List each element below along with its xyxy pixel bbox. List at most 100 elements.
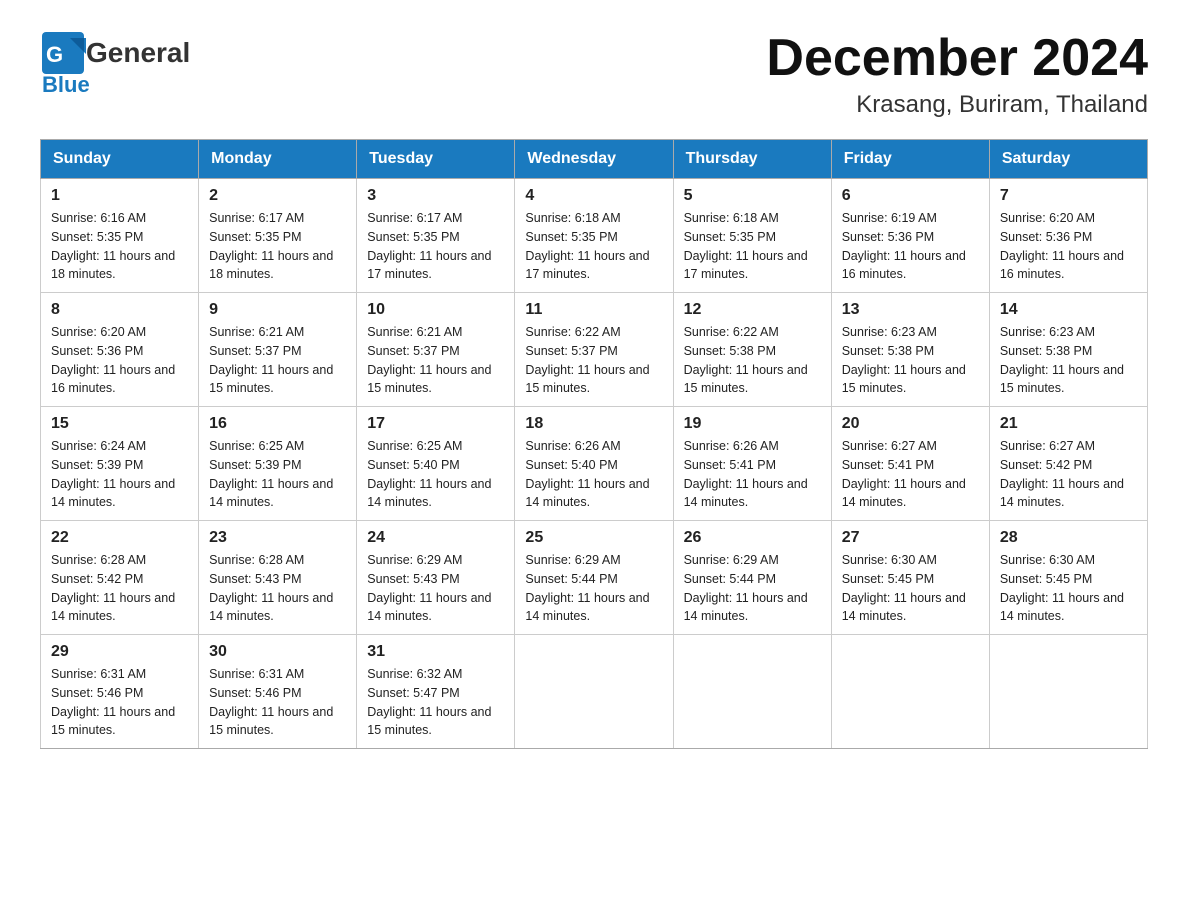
day-info: Sunrise: 6:26 AM Sunset: 5:41 PM Dayligh… [684, 437, 821, 512]
day-info: Sunrise: 6:23 AM Sunset: 5:38 PM Dayligh… [842, 323, 979, 398]
logo: G General Blue [40, 30, 190, 98]
svg-text:G: G [46, 42, 63, 67]
day-number: 21 [1000, 415, 1137, 433]
table-row: 31 Sunrise: 6:32 AM Sunset: 5:47 PM Dayl… [357, 635, 515, 749]
table-row: 8 Sunrise: 6:20 AM Sunset: 5:36 PM Dayli… [41, 293, 199, 407]
table-row: 17 Sunrise: 6:25 AM Sunset: 5:40 PM Dayl… [357, 407, 515, 521]
day-number: 1 [51, 187, 188, 205]
day-info: Sunrise: 6:27 AM Sunset: 5:42 PM Dayligh… [1000, 437, 1137, 512]
day-number: 5 [684, 187, 821, 205]
day-info: Sunrise: 6:29 AM Sunset: 5:44 PM Dayligh… [684, 551, 821, 626]
calendar-header-row: Sunday Monday Tuesday Wednesday Thursday… [41, 140, 1148, 179]
day-number: 6 [842, 187, 979, 205]
logo-general-text: General [86, 39, 190, 67]
calendar-week-row: 8 Sunrise: 6:20 AM Sunset: 5:36 PM Dayli… [41, 293, 1148, 407]
day-info: Sunrise: 6:29 AM Sunset: 5:43 PM Dayligh… [367, 551, 504, 626]
day-number: 17 [367, 415, 504, 433]
table-row: 25 Sunrise: 6:29 AM Sunset: 5:44 PM Dayl… [515, 521, 673, 635]
table-row: 7 Sunrise: 6:20 AM Sunset: 5:36 PM Dayli… [989, 179, 1147, 293]
table-row: 24 Sunrise: 6:29 AM Sunset: 5:43 PM Dayl… [357, 521, 515, 635]
day-number: 10 [367, 301, 504, 319]
table-row: 14 Sunrise: 6:23 AM Sunset: 5:38 PM Dayl… [989, 293, 1147, 407]
col-saturday: Saturday [989, 140, 1147, 179]
table-row: 20 Sunrise: 6:27 AM Sunset: 5:41 PM Dayl… [831, 407, 989, 521]
table-row: 9 Sunrise: 6:21 AM Sunset: 5:37 PM Dayli… [199, 293, 357, 407]
calendar-table: Sunday Monday Tuesday Wednesday Thursday… [40, 139, 1148, 749]
table-row: 21 Sunrise: 6:27 AM Sunset: 5:42 PM Dayl… [989, 407, 1147, 521]
table-row: 6 Sunrise: 6:19 AM Sunset: 5:36 PM Dayli… [831, 179, 989, 293]
day-info: Sunrise: 6:20 AM Sunset: 5:36 PM Dayligh… [51, 323, 188, 398]
day-number: 27 [842, 529, 979, 547]
day-number: 30 [209, 643, 346, 661]
day-info: Sunrise: 6:32 AM Sunset: 5:47 PM Dayligh… [367, 665, 504, 740]
day-info: Sunrise: 6:20 AM Sunset: 5:36 PM Dayligh… [1000, 209, 1137, 284]
col-tuesday: Tuesday [357, 140, 515, 179]
day-number: 7 [1000, 187, 1137, 205]
table-row: 29 Sunrise: 6:31 AM Sunset: 5:46 PM Dayl… [41, 635, 199, 749]
table-row [673, 635, 831, 749]
day-number: 11 [525, 301, 662, 319]
table-row: 22 Sunrise: 6:28 AM Sunset: 5:42 PM Dayl… [41, 521, 199, 635]
day-info: Sunrise: 6:30 AM Sunset: 5:45 PM Dayligh… [842, 551, 979, 626]
col-friday: Friday [831, 140, 989, 179]
table-row: 10 Sunrise: 6:21 AM Sunset: 5:37 PM Dayl… [357, 293, 515, 407]
calendar-title: December 2024 [766, 30, 1148, 87]
day-info: Sunrise: 6:17 AM Sunset: 5:35 PM Dayligh… [367, 209, 504, 284]
table-row [515, 635, 673, 749]
table-row: 3 Sunrise: 6:17 AM Sunset: 5:35 PM Dayli… [357, 179, 515, 293]
calendar-week-row: 29 Sunrise: 6:31 AM Sunset: 5:46 PM Dayl… [41, 635, 1148, 749]
day-info: Sunrise: 6:22 AM Sunset: 5:38 PM Dayligh… [684, 323, 821, 398]
day-number: 18 [525, 415, 662, 433]
table-row: 13 Sunrise: 6:23 AM Sunset: 5:38 PM Dayl… [831, 293, 989, 407]
table-row: 4 Sunrise: 6:18 AM Sunset: 5:35 PM Dayli… [515, 179, 673, 293]
table-row: 11 Sunrise: 6:22 AM Sunset: 5:37 PM Dayl… [515, 293, 673, 407]
day-number: 24 [367, 529, 504, 547]
table-row [831, 635, 989, 749]
day-number: 12 [684, 301, 821, 319]
table-row: 15 Sunrise: 6:24 AM Sunset: 5:39 PM Dayl… [41, 407, 199, 521]
day-number: 9 [209, 301, 346, 319]
calendar-week-row: 22 Sunrise: 6:28 AM Sunset: 5:42 PM Dayl… [41, 521, 1148, 635]
day-number: 28 [1000, 529, 1137, 547]
day-info: Sunrise: 6:24 AM Sunset: 5:39 PM Dayligh… [51, 437, 188, 512]
day-number: 26 [684, 529, 821, 547]
day-number: 19 [684, 415, 821, 433]
day-number: 3 [367, 187, 504, 205]
page-header: G General Blue December 2024 Krasang, Bu… [40, 30, 1148, 119]
day-number: 29 [51, 643, 188, 661]
day-number: 25 [525, 529, 662, 547]
day-number: 13 [842, 301, 979, 319]
day-info: Sunrise: 6:29 AM Sunset: 5:44 PM Dayligh… [525, 551, 662, 626]
day-info: Sunrise: 6:31 AM Sunset: 5:46 PM Dayligh… [209, 665, 346, 740]
day-number: 23 [209, 529, 346, 547]
day-number: 4 [525, 187, 662, 205]
col-thursday: Thursday [673, 140, 831, 179]
day-number: 8 [51, 301, 188, 319]
calendar-subtitle: Krasang, Buriram, Thailand [766, 91, 1148, 119]
day-number: 15 [51, 415, 188, 433]
day-info: Sunrise: 6:17 AM Sunset: 5:35 PM Dayligh… [209, 209, 346, 284]
table-row: 12 Sunrise: 6:22 AM Sunset: 5:38 PM Dayl… [673, 293, 831, 407]
day-info: Sunrise: 6:16 AM Sunset: 5:35 PM Dayligh… [51, 209, 188, 284]
logo-blue-text: Blue [42, 72, 90, 98]
table-row: 28 Sunrise: 6:30 AM Sunset: 5:45 PM Dayl… [989, 521, 1147, 635]
title-block: December 2024 Krasang, Buriram, Thailand [766, 30, 1148, 119]
table-row: 27 Sunrise: 6:30 AM Sunset: 5:45 PM Dayl… [831, 521, 989, 635]
col-monday: Monday [199, 140, 357, 179]
table-row: 30 Sunrise: 6:31 AM Sunset: 5:46 PM Dayl… [199, 635, 357, 749]
day-info: Sunrise: 6:28 AM Sunset: 5:43 PM Dayligh… [209, 551, 346, 626]
table-row: 18 Sunrise: 6:26 AM Sunset: 5:40 PM Dayl… [515, 407, 673, 521]
col-sunday: Sunday [41, 140, 199, 179]
table-row: 26 Sunrise: 6:29 AM Sunset: 5:44 PM Dayl… [673, 521, 831, 635]
day-info: Sunrise: 6:30 AM Sunset: 5:45 PM Dayligh… [1000, 551, 1137, 626]
table-row: 5 Sunrise: 6:18 AM Sunset: 5:35 PM Dayli… [673, 179, 831, 293]
day-number: 31 [367, 643, 504, 661]
col-wednesday: Wednesday [515, 140, 673, 179]
day-number: 22 [51, 529, 188, 547]
table-row: 19 Sunrise: 6:26 AM Sunset: 5:41 PM Dayl… [673, 407, 831, 521]
day-info: Sunrise: 6:23 AM Sunset: 5:38 PM Dayligh… [1000, 323, 1137, 398]
table-row: 2 Sunrise: 6:17 AM Sunset: 5:35 PM Dayli… [199, 179, 357, 293]
day-info: Sunrise: 6:26 AM Sunset: 5:40 PM Dayligh… [525, 437, 662, 512]
day-info: Sunrise: 6:19 AM Sunset: 5:36 PM Dayligh… [842, 209, 979, 284]
day-info: Sunrise: 6:25 AM Sunset: 5:39 PM Dayligh… [209, 437, 346, 512]
